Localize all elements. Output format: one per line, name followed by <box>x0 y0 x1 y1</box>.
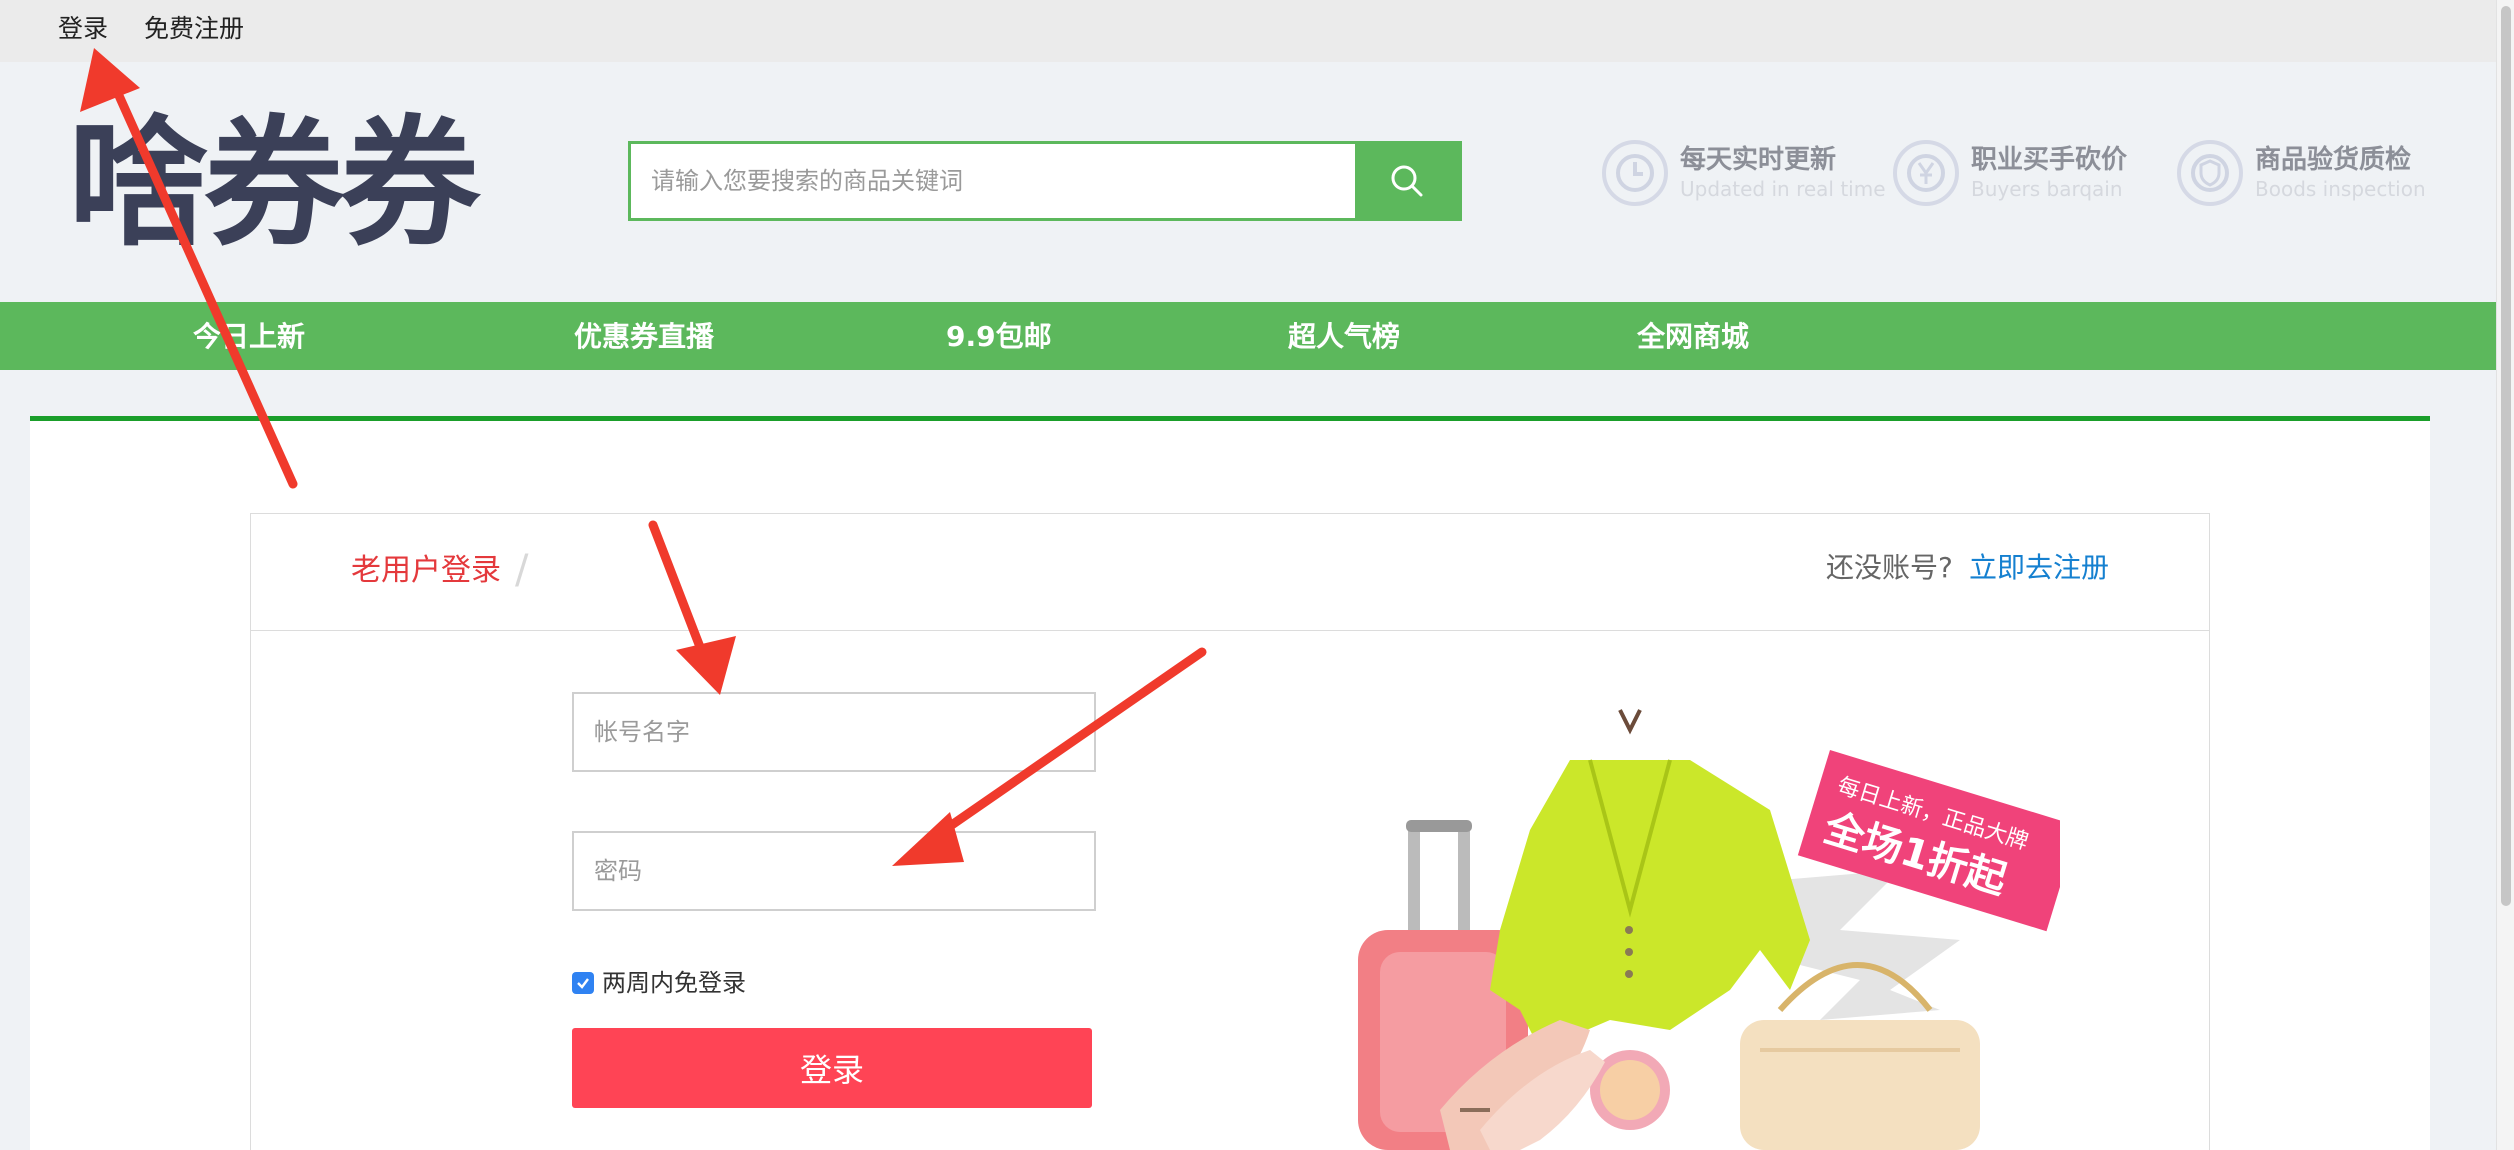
top-bar: 登录 免费注册 <box>0 0 2496 62</box>
promo-illustration: 每日上新，正品大牌 全场1折起 <box>1358 709 2060 1150</box>
feature-bargain: 职业买手砍价 Buyers barqain <box>1893 138 2127 208</box>
scrollbar[interactable] <box>2496 0 2514 1150</box>
site-logo[interactable]: 啥券券 <box>68 110 480 260</box>
check-icon <box>577 978 589 989</box>
scrollbar-thumb[interactable] <box>2501 6 2511 906</box>
feature-inspection: 商品验货质检 Boods inspection <box>2177 138 2426 208</box>
nav-item-mall[interactable]: 全网商城 <box>1637 320 1749 354</box>
login-panel-header: 老用户登录 / 还没账号? 立即去注册 <box>251 514 2209 631</box>
feature-title: 每天实时更新 <box>1680 145 1837 175</box>
clock-icon <box>1602 140 1668 206</box>
main-nav: 今日上新 优惠券直播 9.9包邮 超人气榜 全网商城 <box>0 302 2496 370</box>
no-account-text: 还没账号? <box>1826 551 1953 584</box>
nav-item-popular[interactable]: 超人气榜 <box>1288 320 1400 354</box>
top-register-link[interactable]: 免费注册 <box>144 14 244 44</box>
shield-icon <box>2177 140 2243 206</box>
remember-checkbox[interactable] <box>572 972 594 994</box>
username-field[interactable] <box>572 692 1096 772</box>
nav-item-today[interactable]: 今日上新 <box>193 320 305 354</box>
search-input[interactable] <box>631 144 1355 218</box>
search-icon <box>1391 165 1423 197</box>
top-login-link[interactable]: 登录 <box>58 14 108 44</box>
title-divider: / <box>515 547 529 593</box>
remember-me[interactable]: 两周内免登录 <box>572 968 746 998</box>
yen-icon <box>1893 140 1959 206</box>
nav-item-free-shipping[interactable]: 9.9包邮 <box>946 320 1052 354</box>
login-button[interactable]: 登录 <box>572 1028 1092 1108</box>
search-box <box>628 141 1462 221</box>
cardigan-icon <box>1490 709 1810 1050</box>
feature-subtitle: Boods inspection <box>2255 177 2426 201</box>
feature-realtime: 每天实时更新 Updated in real time <box>1602 138 1886 208</box>
search-button[interactable] <box>1355 144 1459 218</box>
feature-subtitle: Buyers barqain <box>1971 177 2123 201</box>
login-panel-title: 老用户登录 <box>351 553 501 588</box>
nav-item-coupon-live[interactable]: 优惠券直播 <box>574 320 714 354</box>
remember-label: 两周内免登录 <box>602 969 746 997</box>
register-now-link[interactable]: 立即去注册 <box>1969 550 2109 586</box>
password-field[interactable] <box>572 831 1096 911</box>
feature-subtitle: Updated in real time <box>1680 177 1886 201</box>
feature-title: 商品验货质检 <box>2255 145 2412 175</box>
feature-title: 职业买手砍价 <box>1971 145 2128 175</box>
